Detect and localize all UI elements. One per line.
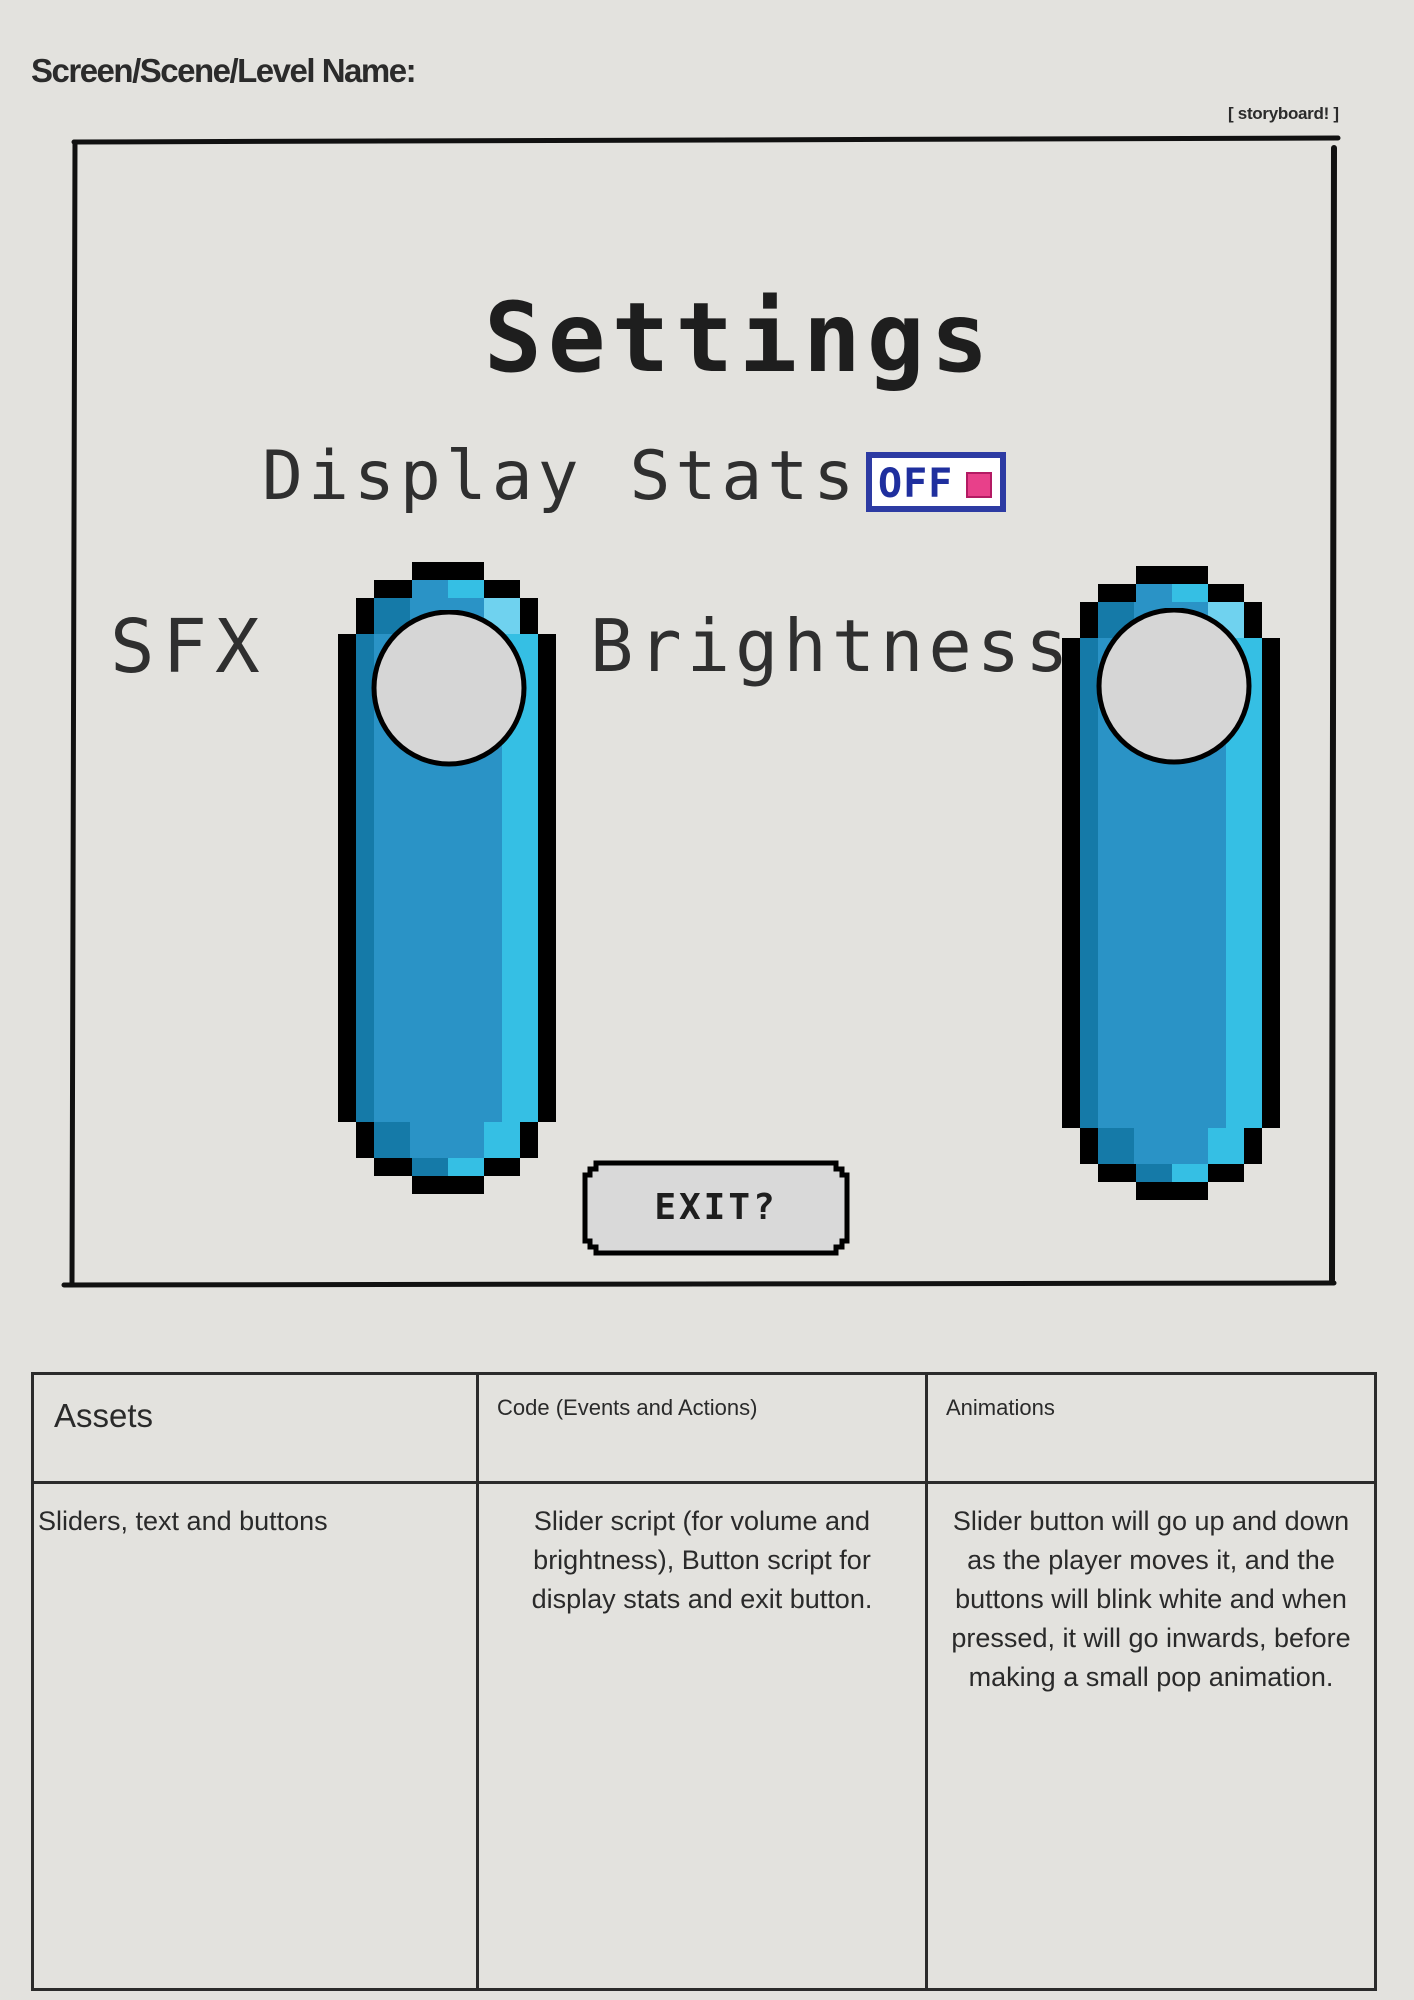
brightness-slider-knob[interactable] <box>1096 607 1252 768</box>
code-cell: Slider script (for volume and brightness… <box>476 1481 928 1991</box>
sfx-label: SFX <box>110 604 268 690</box>
sfx-slider[interactable] <box>338 562 556 1194</box>
toggle-state-text: OFF <box>878 461 954 507</box>
brightness-label: Brightness <box>590 604 1074 688</box>
exit-button-label: EXIT? <box>654 1187 778 1228</box>
display-stats-toggle[interactable]: OFF <box>866 452 1006 512</box>
exit-button[interactable]: EXIT? <box>582 1160 850 1256</box>
code-header: Code (Events and Actions) <box>476 1372 928 1484</box>
sfx-slider-knob[interactable] <box>371 609 527 770</box>
assets-header: Assets <box>31 1372 479 1484</box>
brightness-slider[interactable] <box>1062 566 1280 1200</box>
display-stats-label: Display Stats <box>262 437 860 516</box>
animations-cell: Slider button will go up and down as the… <box>925 1481 1377 1991</box>
animations-header: Animations <box>925 1372 1377 1484</box>
toggle-indicator-icon <box>966 472 992 498</box>
assets-cell: Sliders, text and buttons <box>31 1481 479 1991</box>
storyboard-notes-table: Assets Code (Events and Actions) Animati… <box>31 1372 1377 1991</box>
settings-title: Settings <box>484 282 995 394</box>
